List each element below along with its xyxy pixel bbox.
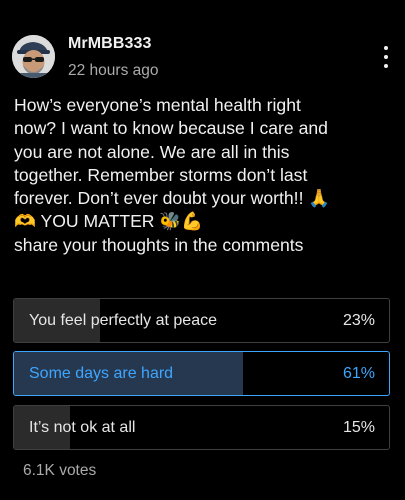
post-body: How’s everyone’s mental health right now… — [14, 94, 396, 257]
poll-option[interactable]: Some days are hard 61% — [13, 351, 390, 396]
post-body-line: you are not alone. We are all in this — [14, 141, 290, 162]
poll-option[interactable]: You feel perfectly at peace 23% — [13, 298, 390, 343]
more-vert-icon-dot — [384, 55, 388, 59]
poll-option-label: You feel perfectly at peace — [29, 312, 217, 329]
author-avatar[interactable] — [12, 35, 55, 78]
poll-option-label: It’s not ok at all — [29, 419, 136, 436]
avatar-image — [12, 35, 55, 78]
poll-option-percent: 61% — [342, 365, 375, 382]
more-vert-icon — [384, 46, 388, 50]
post-body-line: share your thoughts in the comments — [14, 234, 304, 255]
post-body-line: now? I want to know because I care and — [14, 118, 328, 139]
post-body-line: forever. Don’t ever doubt your worth!! 🙏 — [14, 188, 331, 209]
post-body-line: together. Remember storms don’t last — [14, 164, 308, 185]
more-options-button[interactable] — [376, 44, 396, 70]
more-vert-icon-dot — [384, 64, 388, 68]
poll-option[interactable]: It’s not ok at all 15% — [13, 405, 390, 450]
post-body-line: 🫶 YOU MATTER 🐝💪 — [14, 211, 204, 232]
community-post: MrMBB333 22 hours ago How’s everyone’s m… — [0, 0, 405, 500]
post-body-line: How’s everyone’s mental health right — [14, 95, 301, 115]
poll-option-percent: 15% — [342, 419, 375, 436]
post-timestamp: 22 hours ago — [68, 62, 159, 79]
poll-option-percent: 23% — [342, 312, 375, 329]
author-name[interactable]: MrMBB333 — [68, 35, 152, 53]
poll-vote-count: 6.1K votes — [23, 462, 97, 479]
poll-option-label: Some days are hard — [29, 365, 174, 382]
